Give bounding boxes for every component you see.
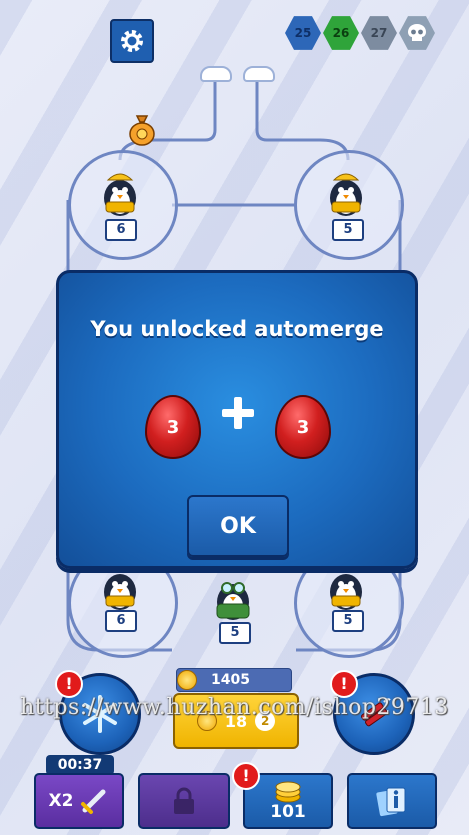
plus-icon (222, 397, 254, 429)
dynamite-alert-badge: ! (330, 670, 358, 698)
coin-icon (177, 670, 197, 690)
penguin-unit-top-left[interactable] (96, 168, 144, 220)
info-cards-icon (376, 787, 406, 817)
sword-icon (81, 789, 106, 814)
unit-level-bottom-left: 6 (105, 610, 137, 632)
egg-right-level: 3 (296, 416, 310, 438)
coin-shop-value: 101 (270, 802, 306, 822)
unit-level-top-left: 6 (105, 219, 137, 241)
egg-left: 3 (145, 395, 201, 459)
level-badge-25: 25 (285, 16, 321, 50)
settings-button[interactable] (110, 19, 154, 63)
unit-level-bottom-center: 5 (219, 622, 251, 644)
coin-balance: 1405 (176, 668, 292, 692)
damage-boost-button[interactable]: X2 (34, 773, 124, 829)
egg-right: 3 (275, 395, 331, 459)
spawn-pipe-right (243, 66, 275, 82)
boost-multiplier: X2 (48, 791, 74, 811)
unit-level-top-right: 5 (332, 219, 364, 241)
penguin-unit-bottom-center[interactable] (209, 572, 257, 624)
egg-left-level: 3 (166, 416, 180, 438)
freeze-alert-badge: ! (55, 670, 83, 698)
boost-timer: 00:37 (46, 755, 114, 775)
skull-icon (408, 24, 426, 41)
level-progress: 25 26 27 (285, 15, 435, 51)
coin-balance-value: 1405 (211, 672, 250, 688)
penguin-unit-bottom-left[interactable] (96, 562, 144, 614)
level-badge-27: 27 (361, 16, 397, 50)
locked-slot-button[interactable] (138, 773, 230, 829)
penguin-unit-top-right[interactable] (322, 168, 370, 220)
boss-level-badge (399, 16, 435, 50)
automerge-dialog: You unlocked automerge 3 3 OK (56, 270, 418, 569)
gear-icon (121, 30, 143, 52)
coin-stack-icon (275, 781, 301, 803)
penguin-unit-bottom-right[interactable] (322, 562, 370, 614)
dialog-title: You unlocked automerge (90, 317, 384, 341)
level-badge-26: 26 (323, 16, 359, 50)
coin-shop-alert-badge: ! (232, 762, 260, 790)
money-bag-icon[interactable] (128, 112, 156, 146)
watermark-text: https://www.huzhan.com/ishop29713 (20, 695, 449, 720)
spawn-pipe-left (200, 66, 232, 82)
ok-button[interactable]: OK (187, 495, 289, 557)
unit-level-bottom-right: 5 (332, 610, 364, 632)
info-button[interactable] (347, 773, 437, 829)
lock-icon (174, 787, 194, 814)
